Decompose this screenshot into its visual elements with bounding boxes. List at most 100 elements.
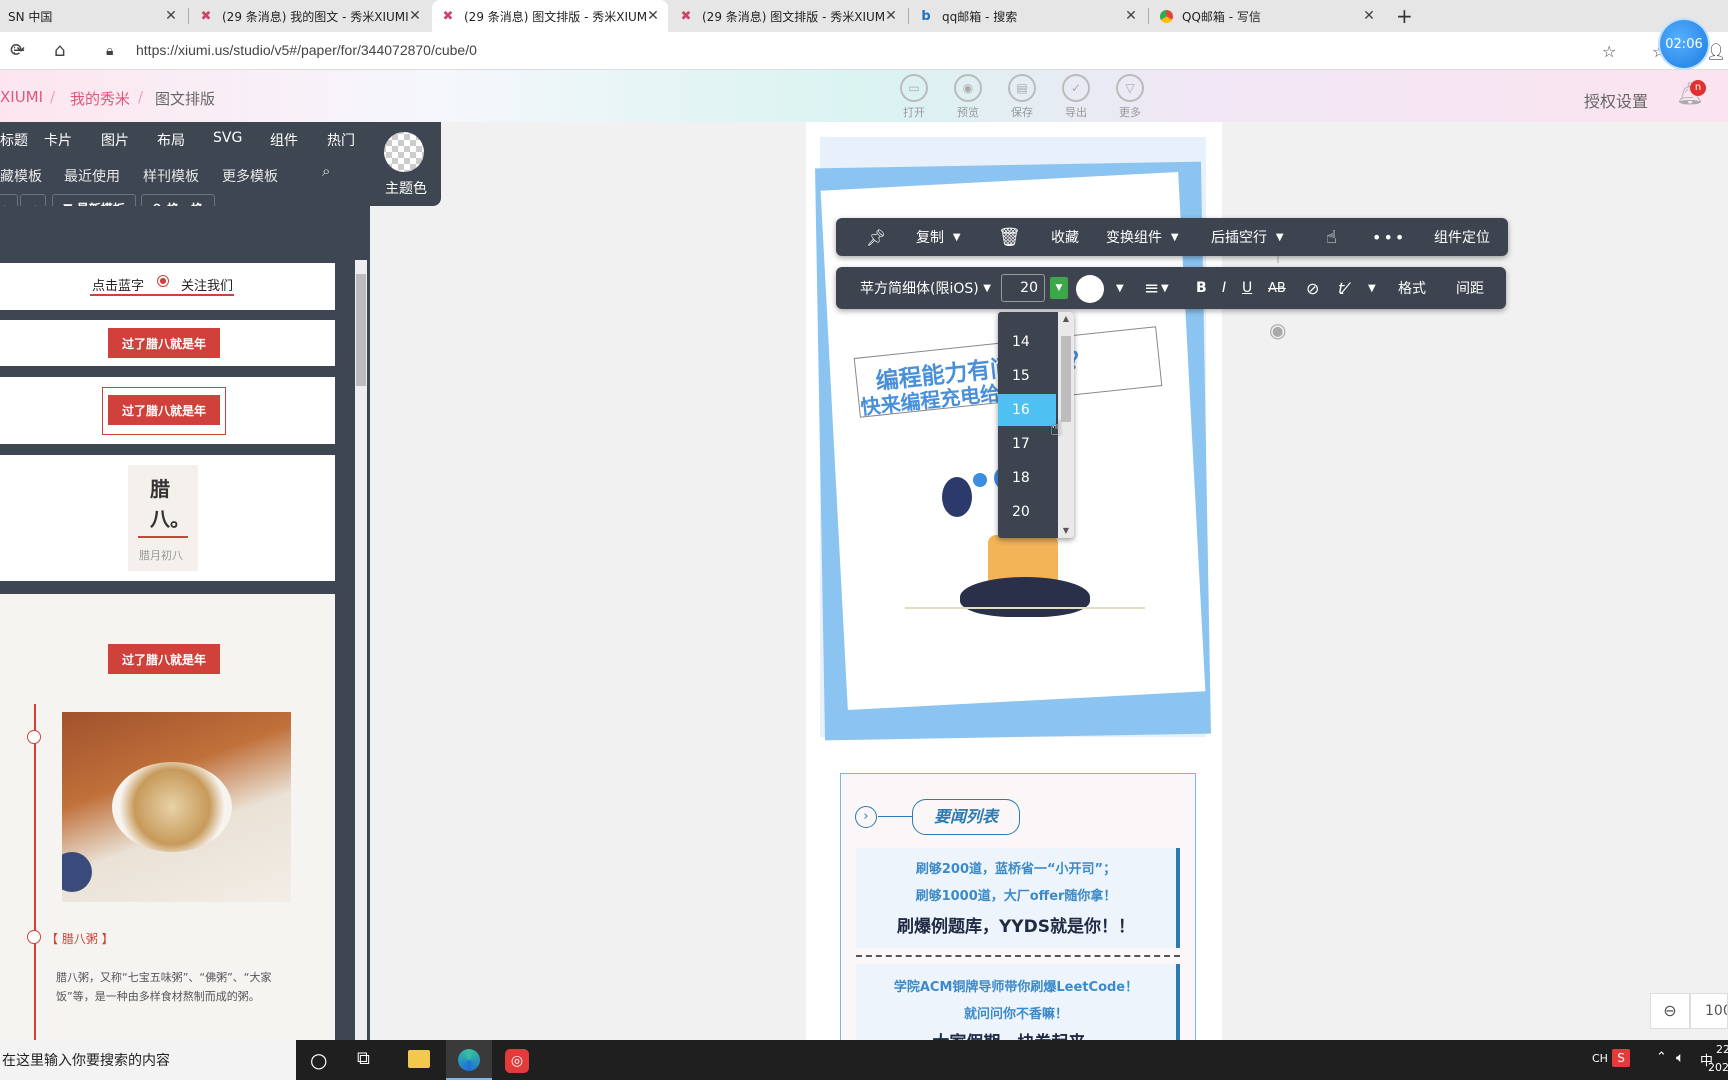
spacing-button[interactable]: 间距 <box>1456 267 1484 309</box>
template-card-follow[interactable]: 点击蓝字 ● 关注我们 <box>0 263 335 310</box>
browser-tab[interactable]: ✖ (29 条消息) 我的图文 - 秀米XIUMI ✕ <box>190 0 430 32</box>
collect-button[interactable]: 收藏 <box>1051 218 1079 256</box>
font-size-option[interactable]: 20 <box>998 496 1056 528</box>
tab-close-icon[interactable]: ✕ <box>408 8 422 24</box>
caret-down-icon[interactable]: ▼ <box>1161 267 1169 309</box>
caret-down-icon[interactable]: ▼ <box>1116 267 1124 309</box>
template-card-porridge[interactable]: 过了腊八就是年 【 腊八粥 】 腊八粥，又称“七宝五味粥”、“佛粥”、“大家饭”… <box>0 594 335 1040</box>
export-label: 导出 <box>1065 106 1087 119</box>
copy-button[interactable]: 复制 ▼ <box>916 218 961 256</box>
trash-icon[interactable]: 🗑︎ <box>998 218 1021 256</box>
preview-button[interactable]: ◉ 预览 <box>948 74 988 120</box>
template-card-tag1[interactable]: 过了腊八就是年 <box>0 320 335 366</box>
netease-music-icon[interactable]: ◎ <box>505 1049 529 1073</box>
font-size-dropdown-icon[interactable]: ▼ <box>1050 277 1068 299</box>
text-effect-icon[interactable]: t⁄ <box>1338 267 1347 309</box>
template-card-tag2[interactable]: 过了腊八就是年 <box>0 377 335 444</box>
browser-tab[interactable]: SN 中国 ✕ <box>0 0 186 32</box>
edge-taskbar-button[interactable] <box>446 1040 492 1080</box>
theme-color-swatch[interactable] <box>384 132 424 172</box>
tab-close-icon[interactable]: ✕ <box>1124 8 1138 24</box>
scrollbar[interactable] <box>355 260 367 1040</box>
nav-layout[interactable]: 布局 <box>157 130 185 150</box>
strikethrough-button[interactable]: AB <box>1268 267 1286 309</box>
scroll-down-icon[interactable]: ▼ <box>1058 524 1074 538</box>
pointer-icon[interactable]: ☝︎ <box>1326 218 1337 256</box>
breadcrumb-my-xiumi[interactable]: 我的秀米 <box>70 88 130 109</box>
breadcrumb-editor: 图文排版 <box>155 90 216 108</box>
font-size-option[interactable]: 18 <box>998 462 1056 494</box>
export-button[interactable]: ✓ 导出 <box>1056 74 1096 120</box>
more-options-icon[interactable]: ••• <box>1372 218 1406 256</box>
clock-date[interactable]: 202 <box>1708 1061 1728 1074</box>
pin-icon[interactable]: 📌︎ <box>866 218 886 256</box>
font-size-option[interactable]: 17 <box>998 428 1056 460</box>
home-icon[interactable]: ⌂ <box>54 40 65 61</box>
clear-format-icon[interactable]: ⊘ <box>1306 267 1319 309</box>
nav-svg[interactable]: SVG <box>213 130 242 146</box>
news-item[interactable]: 刷够200道，蓝桥省一“小开司”； 刷够1000道，大厂offer随你拿！ 刷爆… <box>856 848 1180 948</box>
browser-tab[interactable]: b qq邮箱 - 搜索 ✕ <box>910 0 1146 32</box>
locate-component-button[interactable]: 组件定位 <box>1434 218 1490 256</box>
zoom-level[interactable]: 100 <box>1690 993 1728 1029</box>
transform-component-button[interactable]: 变换组件 ▼ <box>1106 218 1179 256</box>
new-tab-icon[interactable]: + <box>1396 4 1413 28</box>
font-family-select[interactable]: 苹方简细体(限iOS) ▼ <box>860 267 991 309</box>
tab-saved-templates[interactable]: 收藏模板 <box>0 166 42 186</box>
volume-icon[interactable]: 🔈︎ <box>1676 1050 1684 1066</box>
tab-close-icon[interactable]: ✕ <box>884 8 898 24</box>
reload-icon[interactable]: ⟳ <box>10 40 25 61</box>
browser-tab[interactable]: ✖ (29 条消息) 图文排版 - 秀米XIUMI ✕ <box>670 0 906 32</box>
timer-badge[interactable]: 02:06 <box>1660 20 1708 68</box>
more-button[interactable]: ▽ 更多 <box>1110 74 1150 120</box>
browser-tab-active[interactable]: ✖ (29 条消息) 图文排版 - 秀米XIUMI ✕ <box>432 0 668 32</box>
browser-tab[interactable]: QQ邮箱 - 写信 ✕ <box>1150 0 1384 32</box>
eye-icon[interactable]: ◉ <box>1269 318 1286 342</box>
tab-close-icon[interactable]: ✕ <box>164 8 178 24</box>
nav-component[interactable]: 组件 <box>270 130 298 150</box>
font-size-option[interactable]: 15 <box>998 360 1056 392</box>
scroll-thumb[interactable] <box>1061 336 1071 422</box>
xiumi-logo[interactable]: XIUMI <box>0 88 43 106</box>
zoom-out-icon[interactable]: ⊖ <box>1650 993 1690 1029</box>
insert-blank-line-button[interactable]: 后插空行 ▼ <box>1211 218 1284 256</box>
news-item[interactable]: 学院ACM铜牌导师带你刷爆LeetCode！ 就问问你不香嘛！ 大家假期一块卷起… <box>856 964 1180 1040</box>
nav-title[interactable]: 标题 <box>0 130 28 150</box>
nav-hot[interactable]: 热门 <box>327 130 355 150</box>
template-card-laba[interactable]: 腊 八。 腊月初八 <box>0 455 335 581</box>
tab-close-icon[interactable]: ✕ <box>646 8 660 24</box>
task-view-icon[interactable]: ⧉ <box>357 1048 370 1069</box>
ime-indicator[interactable]: CH <box>1592 1052 1608 1065</box>
file-explorer-icon[interactable] <box>408 1050 430 1068</box>
scroll-up-icon[interactable]: ▲ <box>1058 312 1074 326</box>
font-size-option-selected[interactable]: 16 <box>998 394 1056 426</box>
search-icon[interactable]: ⌕ <box>322 162 330 180</box>
profile-icon[interactable]: 👤︎ <box>1706 42 1726 61</box>
align-center-icon[interactable]: ≡ <box>1144 267 1159 309</box>
red-tag: 过了腊八就是年 <box>108 644 220 674</box>
taskbar-search[interactable]: 在这里输入你要搜索的内容 <box>0 1040 296 1080</box>
font-size-option[interactable]: 14 <box>998 326 1056 358</box>
caret-down-icon[interactable]: ▼ <box>1368 267 1376 309</box>
tab-recent[interactable]: 最近使用 <box>64 166 120 186</box>
tab-more-templates[interactable]: 更多模板 <box>222 166 278 186</box>
open-button[interactable]: ▭ 打开 <box>894 74 934 120</box>
url-text[interactable]: https://xiumi.us/studio/v5#/paper/for/34… <box>136 42 477 58</box>
favorite-star-icon[interactable]: ☆ <box>1602 42 1616 61</box>
font-size-input[interactable]: 20 <box>1001 274 1045 302</box>
tray-up-icon[interactable]: ⌃ <box>1656 1050 1667 1065</box>
underline-button[interactable]: U <box>1242 267 1252 309</box>
text-color-swatch[interactable] <box>1076 275 1104 303</box>
nav-card[interactable]: 卡片 <box>44 130 72 150</box>
tab-close-icon[interactable]: ✕ <box>1362 8 1376 24</box>
format-button[interactable]: 格式 <box>1398 267 1426 309</box>
tab-sample[interactable]: 样刊模板 <box>143 166 199 186</box>
save-button[interactable]: ▤ 保存 <box>1002 74 1042 120</box>
bold-button[interactable]: B <box>1196 267 1207 309</box>
sogou-ime-icon[interactable]: S <box>1612 1049 1630 1067</box>
italic-button[interactable]: I <box>1222 267 1226 309</box>
cortana-icon[interactable]: ○ <box>310 1048 327 1072</box>
nav-image[interactable]: 图片 <box>101 130 129 150</box>
auth-settings-link[interactable]: 授权设置 <box>1584 88 1648 112</box>
clock-time[interactable]: 22 <box>1716 1043 1728 1056</box>
